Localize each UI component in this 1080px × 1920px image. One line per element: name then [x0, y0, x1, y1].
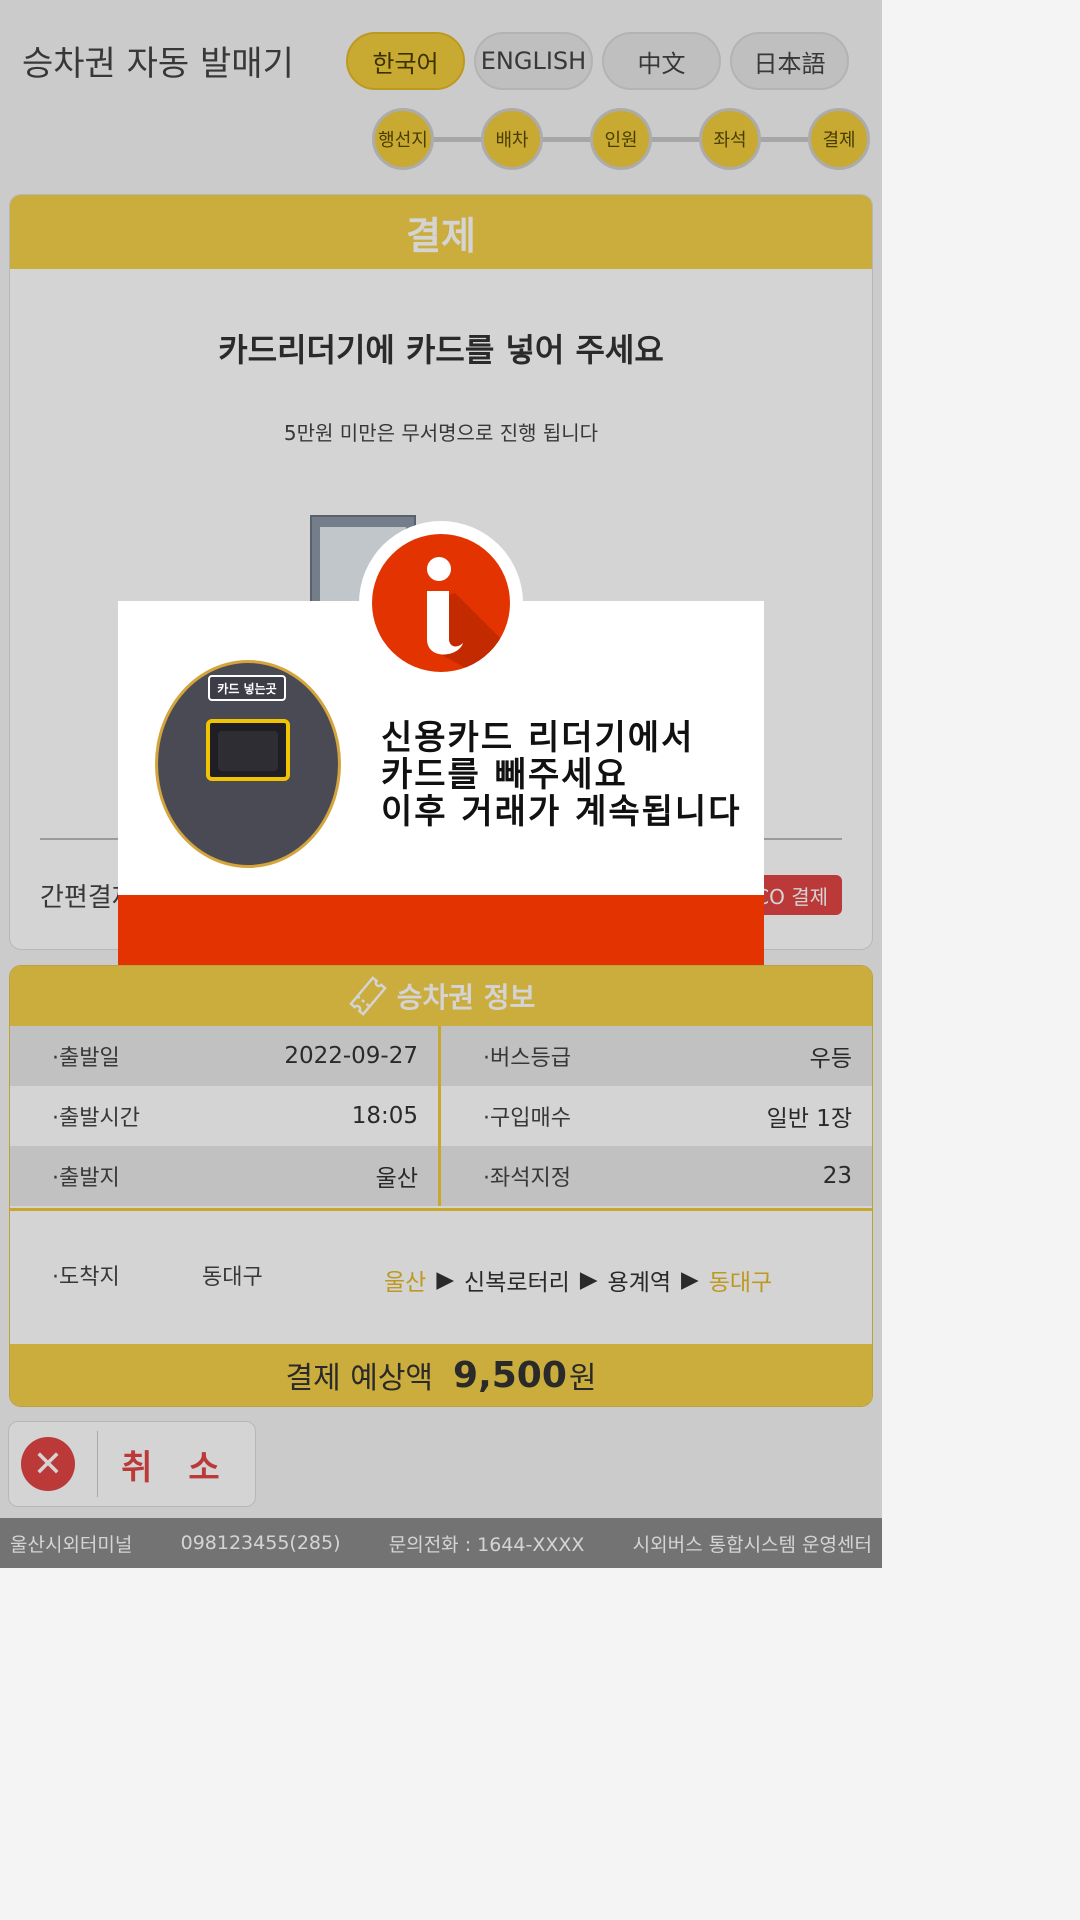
card-slot-image: 카드 넣는곳 — [155, 660, 341, 868]
modal-message-line: 카드를 빼주세요 — [381, 755, 628, 795]
info-icon — [359, 521, 523, 685]
card-reader-slot — [206, 719, 290, 781]
modal-message-line: 신용카드 리더기에서 — [381, 718, 695, 758]
modal-message: 신용카드 리더기에서 카드를 빼주세요 이후 거래가 계속됩니다 — [381, 720, 741, 831]
modal-message-line: 이후 거래가 계속됩니다 — [381, 792, 742, 832]
modal-footer-bar[interactable] — [118, 895, 764, 965]
slot-label: 카드 넣는곳 — [208, 675, 286, 701]
